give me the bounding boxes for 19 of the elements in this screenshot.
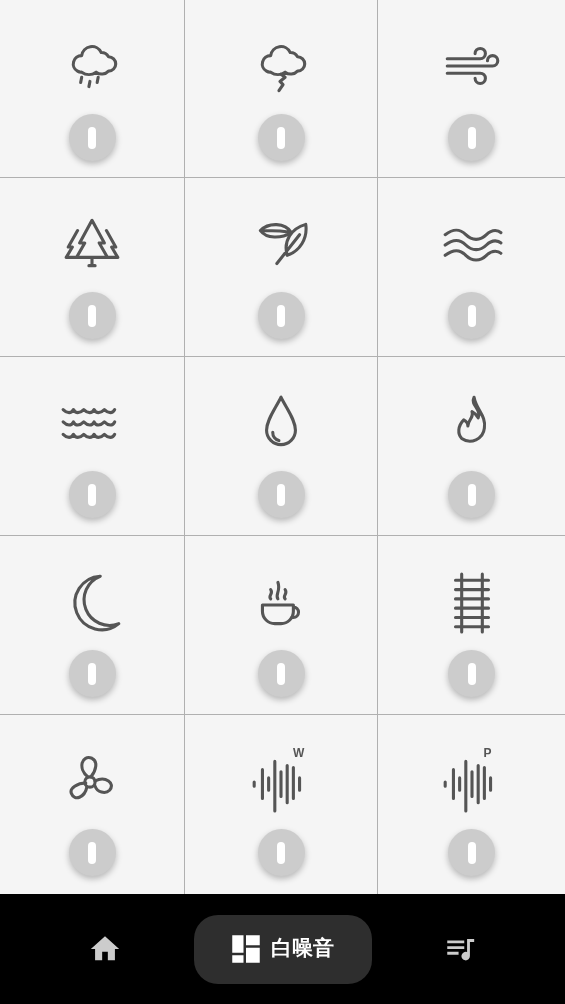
toggle-button[interactable]	[68, 114, 116, 161]
letter-mark: W	[293, 747, 305, 759]
toggle-button[interactable]	[257, 650, 305, 697]
toggle-button[interactable]	[448, 829, 495, 876]
toggle-button[interactable]	[68, 292, 116, 339]
toggle-button[interactable]	[68, 829, 116, 876]
toggle-button[interactable]	[448, 650, 495, 697]
toggle-button[interactable]	[257, 829, 305, 876]
toggle-button[interactable]	[68, 471, 116, 518]
toggle-button[interactable]	[257, 471, 305, 518]
toggle-button[interactable]	[257, 114, 305, 161]
toggle-button[interactable]	[68, 650, 116, 697]
toggle-button[interactable]	[448, 114, 495, 161]
dashboard-icon	[231, 934, 261, 964]
letter-mark: P	[483, 747, 492, 759]
nav-tab[interactable]: 白噪音	[193, 914, 372, 984]
toggle-button[interactable]	[448, 471, 495, 518]
toggle-button[interactable]	[257, 292, 305, 339]
toggle-button[interactable]	[448, 292, 495, 339]
